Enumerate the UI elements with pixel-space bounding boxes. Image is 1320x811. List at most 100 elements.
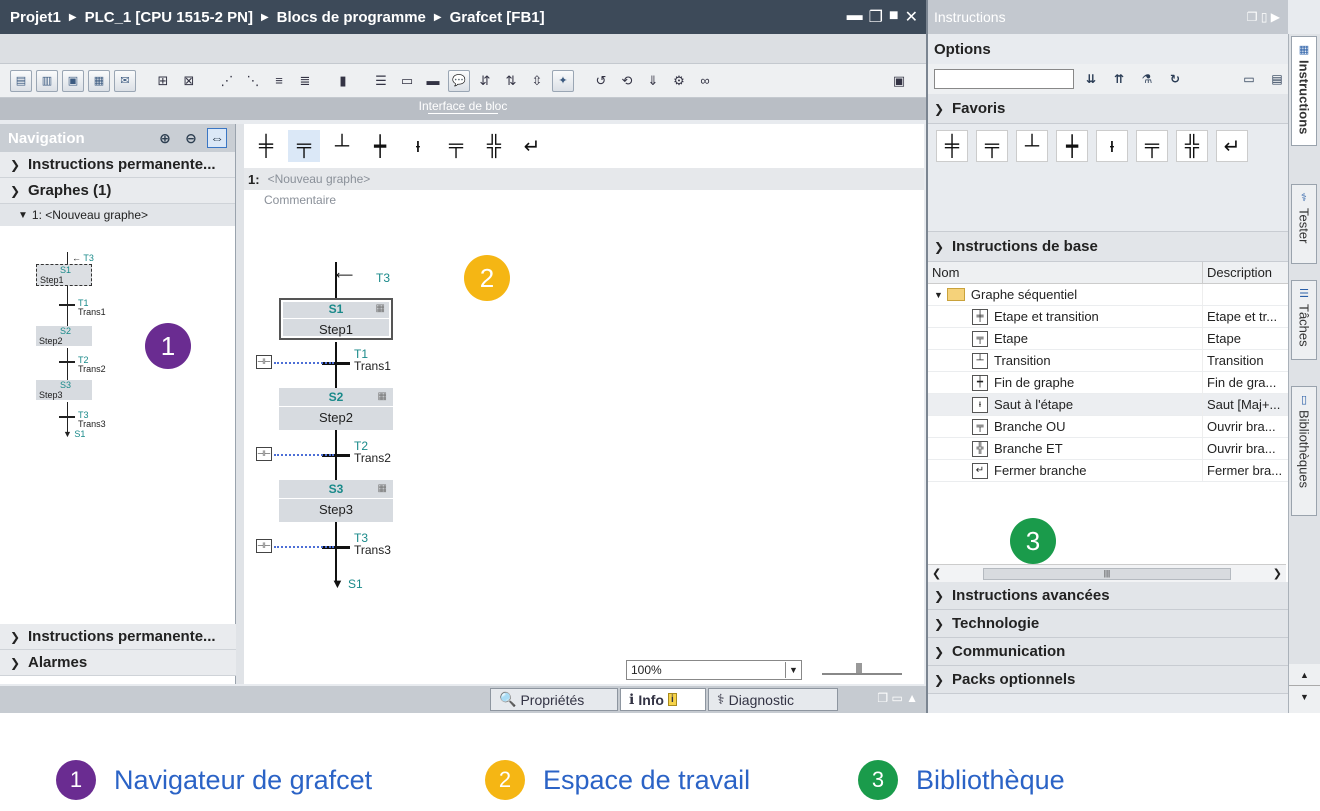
nav-section-graphs[interactable]: ❯ Graphes (1) xyxy=(0,178,235,204)
network-comments-icon[interactable]: ☰ xyxy=(370,70,392,92)
maximize-icon[interactable]: ■ xyxy=(889,7,899,27)
side-tab-libraries[interactable]: ▯ Bibliothèques xyxy=(1291,386,1317,516)
graph-step[interactable]: S2 Step2 ▦ xyxy=(279,388,393,430)
scroll-down-icon[interactable]: ▼ xyxy=(1289,686,1320,708)
graph-end-icon[interactable]: ┿ xyxy=(364,130,396,162)
modify-icon[interactable]: ⟲ xyxy=(616,70,638,92)
graph-step[interactable]: S1 Step1 ▦ xyxy=(279,298,393,340)
search-down-icon[interactable]: ⇊ xyxy=(1080,72,1102,86)
highlight-icon[interactable]: ✦ xyxy=(552,69,574,92)
simulation-icon[interactable]: ∞ xyxy=(694,70,716,92)
table-row[interactable]: ↵ Fermer branche Fermer bra... xyxy=(928,460,1288,482)
mini-step[interactable]: S1 Step1 xyxy=(36,264,92,286)
breadcrumb-plc[interactable]: PLC_1 [CPU 1515-2 PN] xyxy=(85,9,253,26)
step-and-transition-icon[interactable]: ╪ xyxy=(250,130,282,162)
single-step-view-icon[interactable]: ▣ xyxy=(62,69,84,92)
table-row[interactable]: ╪ Etape et transition Etape et tr... xyxy=(928,306,1288,328)
zoom-select[interactable]: 100% ▼ xyxy=(626,660,802,680)
scroll-left-icon[interactable]: ❮ xyxy=(932,567,941,580)
step-action-icon[interactable]: ▦ xyxy=(378,391,387,402)
collapse-icon[interactable]: ≣ xyxy=(294,70,316,92)
monitoring-icon[interactable]: ↺ xyxy=(590,70,612,92)
delete-network-icon[interactable]: ⊠ xyxy=(178,70,200,92)
section-optional-packages[interactable]: ❯ Packs optionnels xyxy=(928,666,1288,694)
breadcrumb-grafcet-block[interactable]: Grafcet [FB1] xyxy=(450,9,545,26)
goto-icon[interactable]: ⇳ xyxy=(526,70,548,92)
step-action-icon[interactable]: ▦ xyxy=(378,483,387,494)
step-and-transition-icon[interactable]: ╪ xyxy=(936,130,968,162)
delete-row-icon[interactable]: ⋱ xyxy=(242,70,264,92)
fit-width-icon[interactable]: ⇔ xyxy=(207,128,227,148)
insert-row-icon[interactable]: ⋰ xyxy=(216,70,238,92)
section-advanced-instructions[interactable]: ❯ Instructions avancées xyxy=(928,582,1288,610)
zoom-in-icon[interactable]: ⊕ xyxy=(155,128,175,148)
pane-splitter[interactable] xyxy=(236,124,244,684)
close-branch-icon[interactable]: ↵ xyxy=(1216,130,1248,162)
view-list-icon[interactable]: ▤ xyxy=(1266,72,1288,86)
condition-contact-icon[interactable]: ⊣⊢ xyxy=(256,447,272,461)
minimize-icon[interactable]: ▬ xyxy=(847,7,863,27)
view-icons-icon[interactable]: ▭ xyxy=(1238,72,1260,86)
close-icon[interactable]: ✕ xyxy=(905,7,918,27)
section-favorites[interactable]: ❯ Favoris xyxy=(928,94,1288,124)
favorites-icon[interactable]: ▭ xyxy=(396,70,418,92)
search-up-icon[interactable]: ⇈ xyxy=(1108,72,1130,86)
tab-properties[interactable]: 🔍 Propriétés xyxy=(490,688,618,711)
transition-icon[interactable]: ┴ xyxy=(1016,130,1048,162)
tab-diagnostic[interactable]: ⚕ Diagnostic xyxy=(708,688,838,711)
table-row[interactable]: ╤ Branche OU Ouvrir bra... xyxy=(928,416,1288,438)
table-row[interactable]: ┴ Transition Transition xyxy=(928,350,1288,372)
vertical-scroll-buttons[interactable]: ▲ ▼ xyxy=(1288,664,1320,713)
breadcrumb-program-blocks[interactable]: Blocs de programme xyxy=(277,9,426,26)
absolute-operands-icon[interactable]: ▮ xyxy=(332,70,354,92)
table-row[interactable]: ╤ Etape Etape xyxy=(928,328,1288,350)
jump-to-step-icon[interactable]: ᵻ xyxy=(1096,130,1128,162)
permanent-instructions-icon[interactable]: ▦ xyxy=(88,69,110,92)
settings-icon[interactable]: ⚙ xyxy=(668,70,690,92)
close-branch-icon[interactable]: ↵ xyxy=(516,130,548,162)
graph-step[interactable]: S3 Step3 ▦ xyxy=(279,480,393,522)
nav-section-permanent-post[interactable]: ❯ Instructions permanente... xyxy=(0,624,236,650)
mini-step[interactable]: S3 Step3 xyxy=(36,380,92,400)
zoom-out-icon[interactable]: ⊖ xyxy=(181,128,201,148)
search-input[interactable] xyxy=(934,69,1074,89)
comments-icon[interactable]: 💬 xyxy=(448,69,470,92)
go-to-error-icon[interactable]: ⇵ xyxy=(474,70,496,92)
table-row-folder[interactable]: ▼ Graphe séquentiel xyxy=(928,284,1288,306)
mini-step[interactable]: S2 Step2 xyxy=(36,326,92,346)
panel-controls-icon[interactable]: ❐ ▯ ▶ xyxy=(1247,10,1280,24)
expand-icon[interactable]: ≡ xyxy=(268,70,290,92)
condition-contact-icon[interactable]: ⊣⊢ xyxy=(256,539,272,553)
insert-network-icon[interactable]: ⊞ xyxy=(152,70,174,92)
restore-icon[interactable]: ❐ xyxy=(869,7,883,27)
branch-and-icon[interactable]: ╬ xyxy=(1176,130,1208,162)
inspector-window-controls[interactable]: ❐ ▭ ▲ xyxy=(877,691,918,705)
branch-or-icon[interactable]: ╤ xyxy=(440,130,472,162)
step-icon[interactable]: ╤ xyxy=(288,130,320,162)
transition-icon[interactable]: ┴ xyxy=(326,130,358,162)
side-tab-instructions[interactable]: ▦ Instructions xyxy=(1291,36,1317,146)
compare-icon[interactable]: ⇅ xyxy=(500,70,522,92)
scroll-up-icon[interactable]: ▲ xyxy=(1289,664,1320,686)
step-action-icon[interactable]: ▦ xyxy=(376,303,385,314)
chevron-down-icon[interactable]: ▼ xyxy=(785,662,801,678)
block-view-icon[interactable]: ▬ xyxy=(422,70,444,92)
network-header[interactable]: 1: <Nouveau graphe> xyxy=(244,168,924,190)
scroll-right-icon[interactable]: ❯ xyxy=(1273,567,1282,580)
alarms-view-icon[interactable]: ✉ xyxy=(114,69,136,92)
column-name[interactable]: Nom xyxy=(928,262,1202,283)
view-icon[interactable]: ▤ xyxy=(10,69,32,92)
network-comment[interactable]: Commentaire xyxy=(244,190,924,210)
mini-graph-overview[interactable]: ← T3 S1 Step1 T1 Trans1 S2 Step2 T2 Trans2 S… xyxy=(20,244,130,444)
download-icon[interactable]: ⇓ xyxy=(642,70,664,92)
zoom-slider[interactable] xyxy=(822,663,902,675)
nav-section-permanent-pre[interactable]: ❯ Instructions permanente... xyxy=(0,152,235,178)
block-interface-bar[interactable]: Interface de bloc xyxy=(0,98,926,120)
tab-info[interactable]: ℹ Info i xyxy=(620,688,706,711)
horizontal-scrollbar[interactable]: ❮ ||| ❯ xyxy=(928,564,1286,582)
jump-to-step-icon[interactable]: ᵻ xyxy=(402,130,434,162)
nav-graph-item[interactable]: ▼ 1: <Nouveau graphe> xyxy=(0,204,235,226)
scroll-thumb[interactable]: ||| xyxy=(983,567,1231,580)
step-icon[interactable]: ╤ xyxy=(976,130,1008,162)
side-tab-testing[interactable]: ⚕ Tester xyxy=(1291,184,1317,264)
